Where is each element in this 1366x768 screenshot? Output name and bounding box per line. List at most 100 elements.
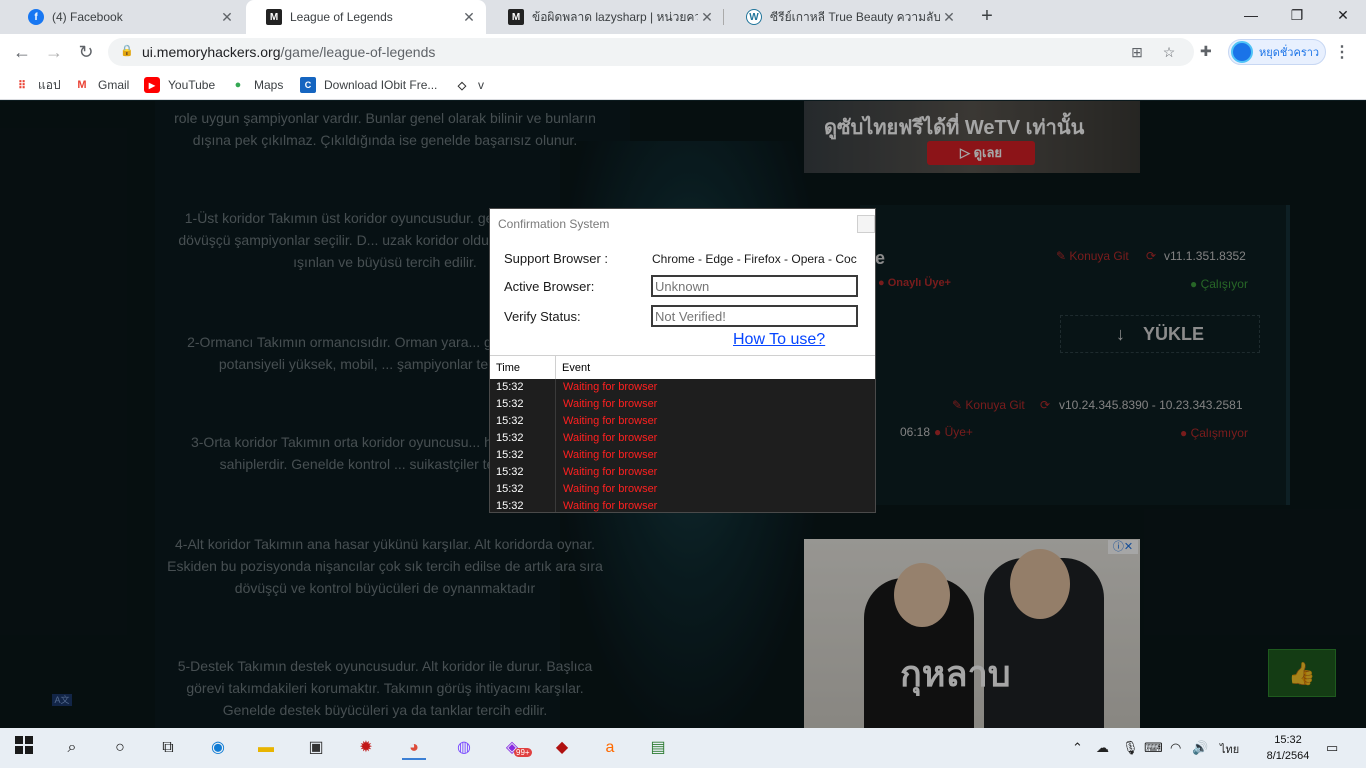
- facebook-icon: f: [28, 9, 44, 25]
- notification-badge: 99+: [514, 748, 532, 757]
- extensions-icon[interactable]: ✚: [1200, 43, 1218, 61]
- tab-title: (4) Facebook: [52, 10, 123, 24]
- support-browser-value: Chrome - Edge - Firefox - Opera - Coc: [652, 252, 857, 266]
- bookmark-maps[interactable]: ● Maps: [230, 76, 284, 94]
- wifi-icon[interactable]: ◠: [1170, 740, 1181, 756]
- maps-pin-icon: ●: [234, 79, 242, 91]
- language-indicator[interactable]: ไทย: [1220, 740, 1239, 758]
- memoryhackers-icon: M: [266, 9, 282, 25]
- dialog-form: Support Browser : Chrome - Edge - Firefo…: [490, 239, 875, 355]
- bookmark-star-icon[interactable]: ☆: [1160, 44, 1178, 62]
- bookmark-label: Download IObit Fre...: [324, 78, 438, 92]
- close-icon[interactable]: ✕: [940, 9, 958, 26]
- minimize-button[interactable]: —: [1228, 0, 1274, 30]
- avast-icon[interactable]: a: [598, 736, 622, 760]
- volume-icon[interactable]: 🔊: [1192, 740, 1208, 756]
- iobit-icon: C: [300, 77, 316, 93]
- bookmark-label: v: [478, 78, 484, 92]
- onedrive-icon[interactable]: ☁: [1096, 740, 1109, 756]
- maximize-button[interactable]: ❐: [1274, 0, 1320, 30]
- microphone-icon[interactable]: 🎙: [1122, 740, 1139, 756]
- garena-icon[interactable]: ◆: [550, 736, 574, 760]
- bookmark-iobit[interactable]: C Download IObit Fre...: [300, 76, 437, 94]
- active-browser-label: Active Browser:: [504, 279, 595, 294]
- app-window-icon[interactable]: ▤: [646, 736, 670, 760]
- tab-lazysharp[interactable]: M ข้อผิดพลาด lazysharp | หน่วยความจำ ✕: [488, 0, 724, 34]
- close-icon[interactable]: ✕: [698, 9, 716, 26]
- table-row[interactable]: 15:32 Waiting for browser: [490, 447, 875, 464]
- profile-button[interactable]: หยุดชั่วคราว: [1228, 39, 1326, 65]
- cortana-icon[interactable]: ○: [108, 736, 132, 760]
- clock-date: 8/1/2564: [1266, 750, 1310, 762]
- table-row[interactable]: 15:32 Waiting for browser: [490, 464, 875, 481]
- bookmark-label: Gmail: [98, 78, 130, 92]
- how-to-use-link[interactable]: How To use?: [733, 331, 825, 349]
- tab-true-beauty[interactable]: W ซีรีย์เกาหลี True Beauty ความลับของนาง…: [726, 0, 966, 34]
- bookmark-gmail[interactable]: M Gmail: [74, 76, 129, 94]
- close-icon[interactable]: ✕: [460, 9, 478, 26]
- bookmark-v[interactable]: ◇ v: [454, 76, 484, 94]
- back-button[interactable]: ←: [10, 40, 34, 64]
- game-launcher-icon[interactable]: ✹: [354, 736, 378, 760]
- tab-title: ซีรีย์เกาหลี True Beauty ความลับของนางฟ้…: [770, 9, 940, 24]
- search-icon[interactable]: ⌕: [60, 736, 84, 760]
- confirmation-dialog: Confirmation System Support Browser : Ch…: [489, 208, 876, 513]
- table-row[interactable]: 15:32 Waiting for browser: [490, 396, 875, 413]
- column-header-time[interactable]: Time: [496, 362, 520, 374]
- messenger-icon[interactable]: ◍: [452, 736, 476, 760]
- new-tab-button[interactable]: +: [976, 5, 998, 27]
- edge-icon[interactable]: ◉: [206, 736, 230, 760]
- notifications-icon[interactable]: ▭: [1326, 740, 1338, 756]
- tab-divider: [723, 9, 724, 25]
- verify-status-field[interactable]: [651, 305, 858, 327]
- browser-tab-strip: f (4) Facebook ✕ M League of Legends ✕ M…: [0, 0, 1366, 34]
- dialog-title: Confirmation System: [490, 209, 875, 239]
- url-text: ui.memoryhackers.org/game/league-of-lege…: [142, 44, 436, 60]
- keyboard-icon[interactable]: ⌨: [1144, 740, 1163, 756]
- support-browser-label: Support Browser :: [504, 251, 609, 266]
- clock-time: 15:32: [1274, 734, 1302, 746]
- table-row[interactable]: 15:32 Waiting for browser: [490, 481, 875, 498]
- menu-icon[interactable]: ⋮: [1334, 42, 1350, 62]
- tab-title: League of Legends: [290, 10, 393, 24]
- wordpress-icon: W: [746, 9, 762, 25]
- file-explorer-icon[interactable]: ▬: [254, 736, 278, 760]
- active-browser-field[interactable]: [651, 275, 858, 297]
- dialog-close-button[interactable]: [857, 215, 875, 233]
- bookmark-label: Maps: [254, 78, 284, 92]
- log-table-header: Time Event: [490, 355, 875, 380]
- translate-icon[interactable]: ⊞: [1128, 44, 1146, 62]
- address-bar[interactable]: 🔒 ui.memoryhackers.org/game/league-of-le…: [108, 38, 1194, 66]
- task-view-icon[interactable]: ⧉: [156, 736, 180, 760]
- chevron-up-icon[interactable]: ⌃: [1072, 740, 1083, 756]
- memoryhackers-icon: M: [508, 9, 524, 25]
- apps-grid-icon: ⠿: [17, 79, 27, 92]
- close-icon[interactable]: ✕: [218, 9, 236, 26]
- avatar: [1231, 41, 1253, 63]
- window-close-button[interactable]: ✕: [1320, 0, 1366, 30]
- chrome-icon[interactable]: ◕: [402, 736, 426, 760]
- store-icon[interactable]: ▣: [304, 736, 328, 760]
- start-windows-icon[interactable]: [12, 736, 36, 760]
- youtube-icon: ▶: [144, 77, 160, 93]
- tab-title: ข้อผิดพลาด lazysharp | หน่วยความจำ: [532, 9, 698, 24]
- reload-button[interactable]: ↻: [74, 40, 98, 64]
- bookmarks-bar: ⠿ แอป M Gmail ▶ YouTube ● Maps C Downloa…: [0, 70, 1366, 100]
- bookmark-label: แอป: [38, 77, 61, 92]
- bookmark-youtube[interactable]: ▶ YouTube: [144, 76, 215, 94]
- pocket-icon: ◇: [457, 79, 467, 92]
- bookmark-label: YouTube: [168, 78, 216, 92]
- forward-button[interactable]: →: [42, 40, 66, 64]
- gmail-icon: M: [77, 79, 87, 91]
- table-row[interactable]: 15:32 Waiting for browser: [490, 413, 875, 430]
- tab-league-of-legends[interactable]: M League of Legends ✕: [246, 0, 486, 34]
- column-divider: [555, 356, 556, 380]
- table-row[interactable]: 15:32 Waiting for browser: [490, 430, 875, 447]
- column-header-event[interactable]: Event: [562, 362, 590, 374]
- system-clock[interactable]: 15:32 8/1/2564: [1258, 732, 1318, 764]
- lock-icon: 🔒: [120, 45, 134, 57]
- table-row[interactable]: 15:32 Waiting for browser: [490, 379, 875, 396]
- table-row[interactable]: 15:32 Waiting for browser: [490, 498, 875, 512]
- tab-facebook[interactable]: f (4) Facebook ✕: [8, 0, 244, 34]
- bookmark-apps[interactable]: ⠿ แอป: [14, 76, 61, 94]
